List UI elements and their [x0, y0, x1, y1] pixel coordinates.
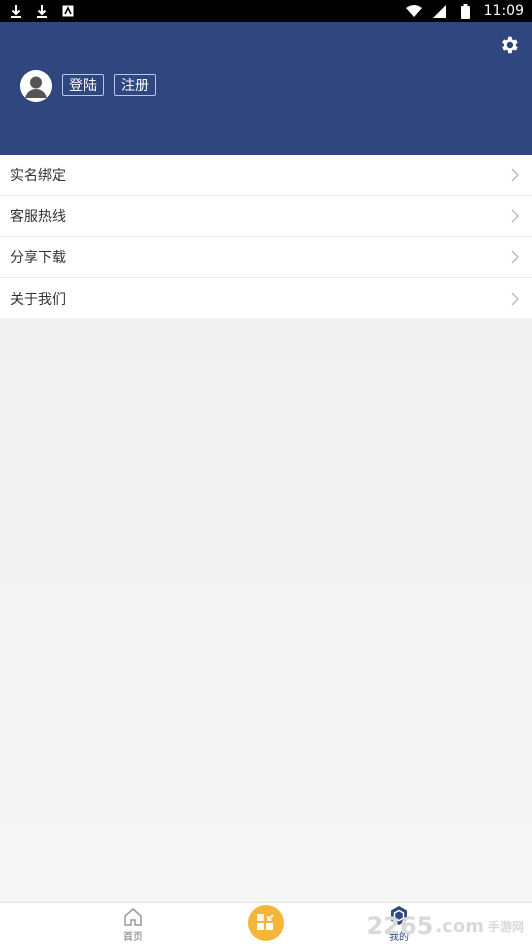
watermark-tag: 手游网 — [487, 919, 524, 934]
chevron-right-icon — [511, 292, 519, 305]
app-icon — [60, 3, 76, 19]
profile-header: 登陆 注册 — [0, 22, 532, 155]
login-button[interactable]: 登陆 — [62, 74, 104, 96]
nav-home-label: 首页 — [123, 932, 143, 943]
chevron-right-icon — [511, 168, 519, 182]
download-icon — [34, 3, 50, 19]
menu-item-label: 分享下载 — [10, 250, 66, 266]
menu-item-label: 客服热线 — [10, 209, 66, 225]
menu-item-hotline[interactable]: 客服热线 — [0, 196, 532, 237]
avatar[interactable] — [20, 70, 52, 102]
watermark-domain: .com — [435, 915, 484, 937]
watermark-brand: 2265 — [366, 912, 434, 940]
status-time: 11:09 — [483, 3, 524, 19]
status-bar-left — [8, 3, 76, 19]
battery-icon — [458, 3, 474, 19]
status-bar: 11:09 — [0, 0, 532, 22]
menu-item-label: 实名绑定 — [10, 168, 66, 184]
grid-apps-icon — [257, 914, 274, 930]
menu-item-about[interactable]: 关于我们 — [0, 278, 532, 319]
watermark: 2265 .com 手游网 — [367, 912, 524, 940]
chevron-right-icon — [511, 209, 519, 223]
center-action-button[interactable] — [248, 905, 284, 941]
home-icon — [124, 908, 142, 926]
nav-home[interactable]: 首页 — [98, 903, 168, 947]
download-icon — [8, 3, 24, 19]
register-button[interactable]: 注册 — [114, 74, 156, 96]
status-bar-right: 11:09 — [405, 3, 524, 19]
settings-menu: 实名绑定 客服热线 分享下载 关于我们 — [0, 155, 532, 319]
wifi-icon — [405, 3, 422, 19]
menu-item-real-name[interactable]: 实名绑定 — [0, 155, 532, 196]
menu-item-share[interactable]: 分享下载 — [0, 237, 532, 278]
content-area — [0, 318, 532, 902]
chevron-right-icon — [511, 250, 519, 264]
settings-gear-icon[interactable] — [498, 34, 520, 56]
user-avatar-icon — [20, 70, 52, 102]
cellular-icon — [432, 3, 448, 19]
menu-item-label: 关于我们 — [10, 291, 66, 308]
